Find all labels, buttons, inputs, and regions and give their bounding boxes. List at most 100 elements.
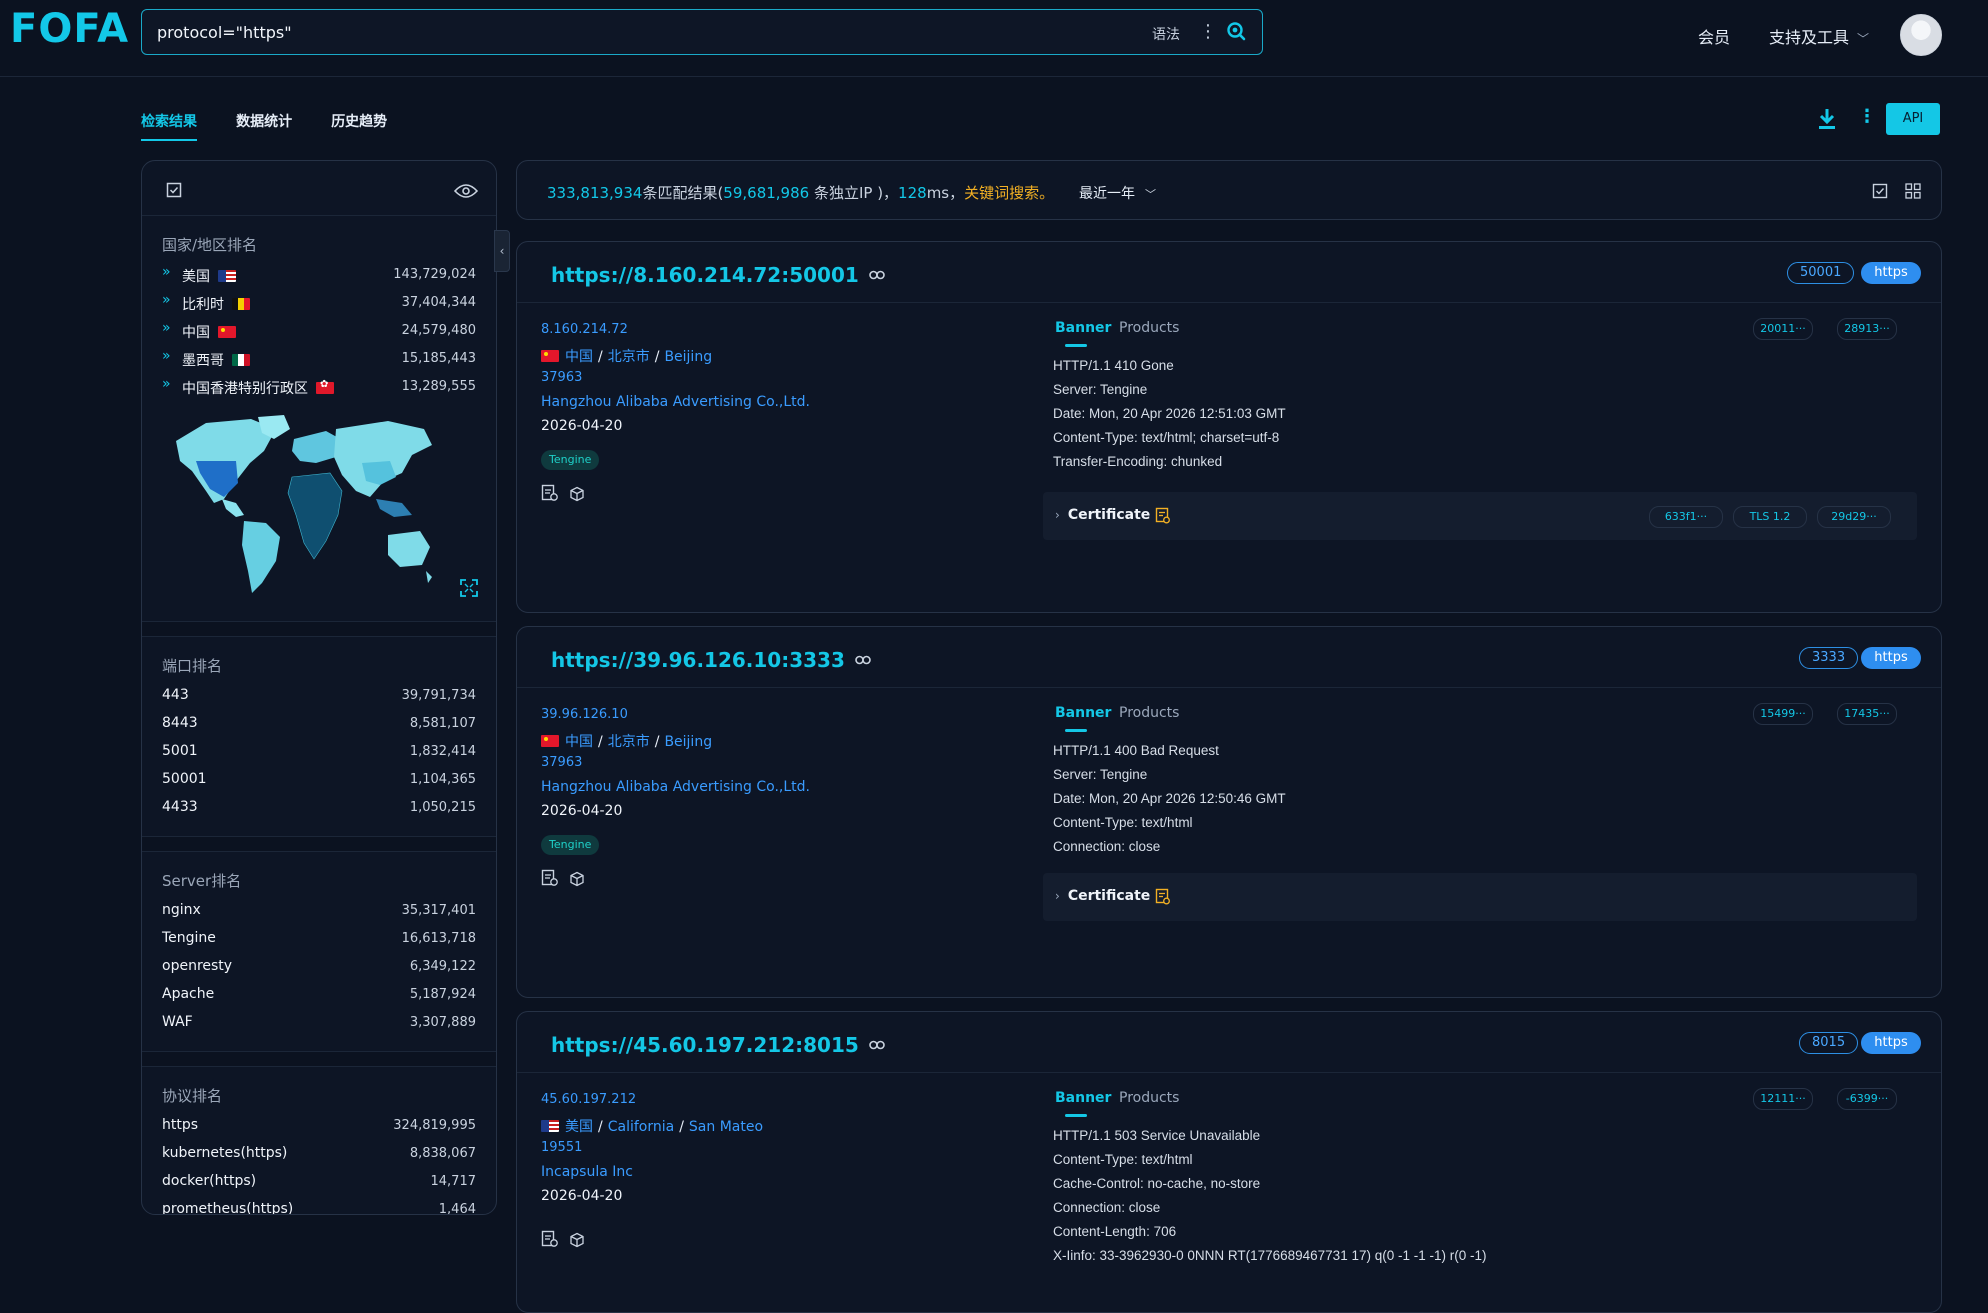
cube-icon[interactable] [569,486,587,504]
cert-chip[interactable]: 29d29··· [1817,506,1891,528]
asn-link[interactable]: 37963 [541,370,1001,394]
eye-icon[interactable] [453,183,479,199]
country-rank-item[interactable]: » 墨西哥 15,185,443 [142,345,496,373]
tab-products[interactable]: Products [1119,320,1179,336]
double-chevron-right-icon[interactable]: » [162,348,171,364]
link-icon[interactable] [855,646,871,665]
fofa-logo[interactable]: FOFA [10,6,129,52]
double-chevron-right-icon[interactable]: » [162,320,171,336]
protocol-rank-item[interactable]: https 324,819,995 [142,1112,496,1140]
port-badge[interactable]: 8015 [1799,1032,1859,1054]
certificate-toggle[interactable]: › Certificate [1055,888,1150,904]
select-all-icon[interactable] [166,182,182,198]
link-icon[interactable] [869,261,885,280]
more-actions-icon[interactable]: ⋮ [1858,106,1876,127]
port-rank-item[interactable]: 4433 1,050,215 [142,794,496,822]
syntax-button[interactable]: 语法 [1152,24,1180,44]
collapse-panel-button[interactable]: ‹ [494,230,510,272]
port-badge[interactable]: 3333 [1799,647,1859,669]
world-map-image[interactable] [166,411,436,601]
server-rank-item[interactable]: openresty 6,349,122 [142,953,496,981]
port-rank-item[interactable]: 443 39,791,734 [142,682,496,710]
protocol-badge[interactable]: https [1861,647,1921,669]
tab-products[interactable]: Products [1119,705,1179,721]
region-link[interactable]: California [608,1119,674,1135]
search-bar[interactable]: protocol="https" 语法 ⋮ [141,9,1263,55]
port-rank-item[interactable]: 50001 1,104,365 [142,766,496,794]
ip-link[interactable]: 39.96.126.10 [541,707,1001,731]
certificate-toggle[interactable]: › Certificate [1055,507,1150,523]
double-chevron-right-icon[interactable]: » [162,264,171,280]
api-button[interactable]: API [1886,103,1940,135]
city-link[interactable]: San Mateo [689,1119,763,1135]
protocol-badge[interactable]: https [1861,1032,1921,1054]
cert-chip[interactable]: TLS 1.2 [1733,506,1807,528]
country-rank-item[interactable]: » 美国 143,729,024 [142,261,496,289]
nav-tools-menu[interactable]: 支持及工具 ﹀ [1769,24,1869,48]
org-link[interactable]: Incapsula Inc [541,1164,1001,1188]
region-link[interactable]: 北京市 [608,349,650,365]
grid-view-icon[interactable] [1905,183,1921,199]
tab-banner[interactable]: Banner [1055,1090,1111,1117]
cube-icon[interactable] [569,871,587,889]
server-rank-item[interactable]: Apache 5,187,924 [142,981,496,1009]
city-link[interactable]: Beijing [664,349,712,365]
certificate-icon[interactable] [1155,888,1171,906]
hash-chip[interactable]: 20011··· [1753,318,1813,340]
product-tag[interactable]: Tengine [541,835,600,855]
country-rank-item[interactable]: » 比利时 37,404,344 [142,289,496,317]
select-results-icon[interactable] [1872,183,1888,199]
server-rank-item[interactable]: nginx 35,317,401 [142,897,496,925]
hash-chip[interactable]: 15499··· [1753,703,1813,725]
port-rank-item[interactable]: 8443 8,581,107 [142,710,496,738]
product-tag[interactable]: Tengine [541,450,600,470]
nav-member[interactable]: 会员 [1698,24,1730,48]
country-rank-item[interactable]: » 中国 24,579,480 [142,317,496,345]
server-rank-item[interactable]: WAF 3,307,889 [142,1009,496,1037]
result-url-link[interactable]: https://8.160.214.72:50001 [551,261,885,287]
protocol-rank-item[interactable]: kubernetes(https) 8,838,067 [142,1140,496,1168]
tab-banner[interactable]: Banner [1055,320,1111,347]
port-rank-item[interactable]: 5001 1,832,414 [142,738,496,766]
protocol-badge[interactable]: https [1861,262,1921,284]
protocol-rank-item[interactable]: prometheus(https) 1,464 [142,1196,496,1214]
port-badge[interactable]: 50001 [1787,262,1855,284]
protocol-rank-item[interactable]: docker(https) 14,717 [142,1168,496,1196]
certificate-icon[interactable] [1155,507,1171,525]
certificate-bar[interactable]: › Certificate 633f1··· TLS 1.2 29d29··· [1043,492,1917,540]
ip-link[interactable]: 8.160.214.72 [541,322,1001,346]
hash-chip[interactable]: 17435··· [1837,703,1897,725]
country-link[interactable]: 中国 [565,734,593,750]
keyword-search-link[interactable]: 关键词搜索。 [964,184,1054,202]
hash-chip[interactable]: -6399··· [1837,1088,1897,1110]
cert-chip[interactable]: 633f1··· [1649,506,1723,528]
country-rank-item[interactable]: » 中国香港特别行政区 13,289,555 [142,373,496,401]
asn-link[interactable]: 19551 [541,1140,1001,1164]
tab-products[interactable]: Products [1119,1090,1179,1106]
hash-chip[interactable]: 12111··· [1753,1088,1813,1110]
tab-search-results[interactable]: 检索结果 [141,111,197,141]
tab-history-trend[interactable]: 历史趋势 [331,111,387,139]
city-link[interactable]: Beijing [664,734,712,750]
link-icon[interactable] [869,1031,885,1050]
certificate-bar[interactable]: › Certificate [1043,873,1917,921]
country-link[interactable]: 美国 [565,1119,593,1135]
server-rank-item[interactable]: Tengine 16,613,718 [142,925,496,953]
search-input[interactable]: protocol="https" [157,23,292,42]
download-icon[interactable] [1816,107,1838,131]
result-url-link[interactable]: https://39.96.126.10:3333 [551,646,871,672]
report-icon[interactable] [541,869,559,887]
report-icon[interactable] [541,484,559,502]
region-link[interactable]: 北京市 [608,734,650,750]
country-link[interactable]: 中国 [565,349,593,365]
expand-icon[interactable] [436,579,478,597]
org-link[interactable]: Hangzhou Alibaba Advertising Co.,Ltd. [541,779,1001,803]
asn-link[interactable]: 37963 [541,755,1001,779]
hash-chip[interactable]: 28913··· [1837,318,1897,340]
ip-link[interactable]: 45.60.197.212 [541,1092,1001,1116]
double-chevron-right-icon[interactable]: » [162,376,171,392]
more-options-icon[interactable]: ⋮ [1199,21,1217,42]
user-avatar[interactable] [1900,14,1942,56]
tab-statistics[interactable]: 数据统计 [236,111,292,139]
report-icon[interactable] [541,1230,559,1248]
